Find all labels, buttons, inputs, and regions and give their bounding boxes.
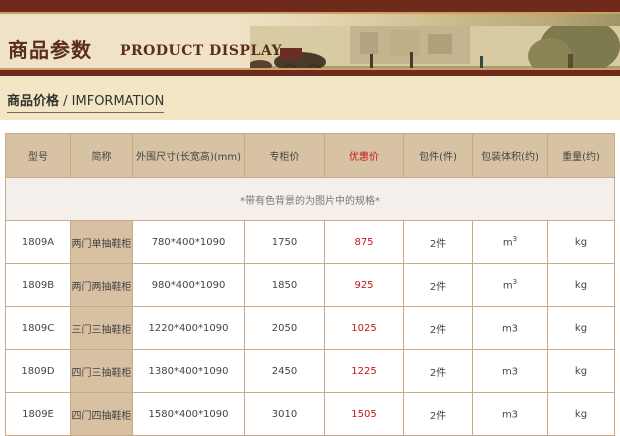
header-list-price: 专柜价 <box>244 133 325 178</box>
table-note-row: *带有色背景的为图片中的规格* <box>5 177 615 221</box>
table-note: *带有色背景的为图片中的规格* <box>5 177 615 221</box>
cell-sale-price: 1225 <box>324 349 404 393</box>
header-model: 型号 <box>5 133 71 178</box>
cell-weight: kg <box>547 263 615 307</box>
cell-packages: 2件 <box>403 349 473 393</box>
cell-name: 四门四抽鞋柜 <box>70 392 133 436</box>
cell-model: 1809C <box>5 306 71 350</box>
cell-model: 1809A <box>5 220 71 264</box>
cell-packages: 2件 <box>403 306 473 350</box>
table-header-row: 型号 简称 外围尺寸(长宽高)(mm) 专柜价 优惠价 包件(件) 包装体积(约… <box>5 133 615 178</box>
cell-list-price: 2050 <box>244 306 325 350</box>
cell-list-price: 2450 <box>244 349 325 393</box>
cell-size: 1580*400*1090 <box>132 392 245 436</box>
carriage-street-scene-image <box>250 26 620 68</box>
section-title: 商品价格 / IMFORMATION <box>7 90 165 113</box>
cell-packages: 2件 <box>403 263 473 307</box>
cell-name: 两门两抽鞋柜 <box>70 263 133 307</box>
cell-weight: kg <box>547 220 615 264</box>
cell-list-price: 1850 <box>244 263 325 307</box>
volume-unit: m <box>502 237 513 249</box>
cell-model: 1809D <box>5 349 71 393</box>
cell-volume: m3 <box>472 392 548 436</box>
table-row: 1809D 四门三抽鞋柜 1380*400*1090 2450 1225 2件 … <box>5 349 615 393</box>
banner: 商品参数 PRODUCT DISPLAY <box>0 0 620 76</box>
header-weight: 重量(约) <box>547 133 615 178</box>
cell-size: 980*400*1090 <box>132 263 245 307</box>
cell-sale-price: 925 <box>324 263 404 307</box>
header-size: 外围尺寸(长宽高)(mm) <box>132 133 245 178</box>
cell-sale-price: 1505 <box>324 392 404 436</box>
cell-packages: 2件 <box>403 392 473 436</box>
cell-model: 1809B <box>5 263 71 307</box>
cell-sale-price: 875 <box>324 220 404 264</box>
price-table: 型号 简称 外围尺寸(长宽高)(mm) 专柜价 优惠价 包件(件) 包装体积(约… <box>5 133 615 436</box>
cell-volume: m3 <box>472 306 548 350</box>
header-volume: 包装体积(约) <box>472 133 548 178</box>
cell-packages: 2件 <box>403 220 473 264</box>
table-row: 1809B 两门两抽鞋柜 980*400*1090 1850 925 2件 m3… <box>5 263 615 307</box>
cell-weight: kg <box>547 392 615 436</box>
cell-name: 三门三抽鞋柜 <box>70 306 133 350</box>
cell-weight: kg <box>547 306 615 350</box>
header-packages: 包件(件) <box>403 133 473 178</box>
cell-model: 1809E <box>5 392 71 436</box>
cell-volume: m3 <box>472 220 548 264</box>
cell-size: 1220*400*1090 <box>132 306 245 350</box>
volume-unit: m3 <box>501 409 519 421</box>
cell-size: 1380*400*1090 <box>132 349 245 393</box>
cell-name: 四门三抽鞋柜 <box>70 349 133 393</box>
banner-title-cn: 商品参数 <box>8 38 92 62</box>
cell-volume: m3 <box>472 263 548 307</box>
section-title-en: IMFORMATION <box>71 94 165 109</box>
cell-name: 两门单抽鞋柜 <box>70 220 133 264</box>
table-row: 1809C 三门三抽鞋柜 1220*400*1090 2050 1025 2件 … <box>5 306 615 350</box>
volume-exponent: 3 <box>512 278 518 287</box>
section-title-cn: 商品价格 <box>7 94 60 109</box>
volume-exponent: 3 <box>512 235 518 244</box>
banner-panel: 商品参数 PRODUCT DISPLAY <box>0 12 620 70</box>
volume-unit: m3 <box>501 366 519 378</box>
table-row: 1809E 四门四抽鞋柜 1580*400*1090 3010 1505 2件 … <box>5 392 615 436</box>
banner-title-en: PRODUCT DISPLAY <box>120 43 282 59</box>
section-title-separator: / <box>59 94 72 109</box>
volume-unit: m <box>502 280 513 292</box>
header-sale-price: 优惠价 <box>324 133 404 178</box>
header-name: 简称 <box>70 133 133 178</box>
cell-sale-price: 1025 <box>324 306 404 350</box>
table-row: 1809A 两门单抽鞋柜 780*400*1090 1750 875 2件 m3… <box>5 220 615 264</box>
cell-list-price: 3010 <box>244 392 325 436</box>
volume-unit: m3 <box>501 323 519 335</box>
cell-size: 780*400*1090 <box>132 220 245 264</box>
cell-volume: m3 <box>472 349 548 393</box>
cell-list-price: 1750 <box>244 220 325 264</box>
cell-weight: kg <box>547 349 615 393</box>
